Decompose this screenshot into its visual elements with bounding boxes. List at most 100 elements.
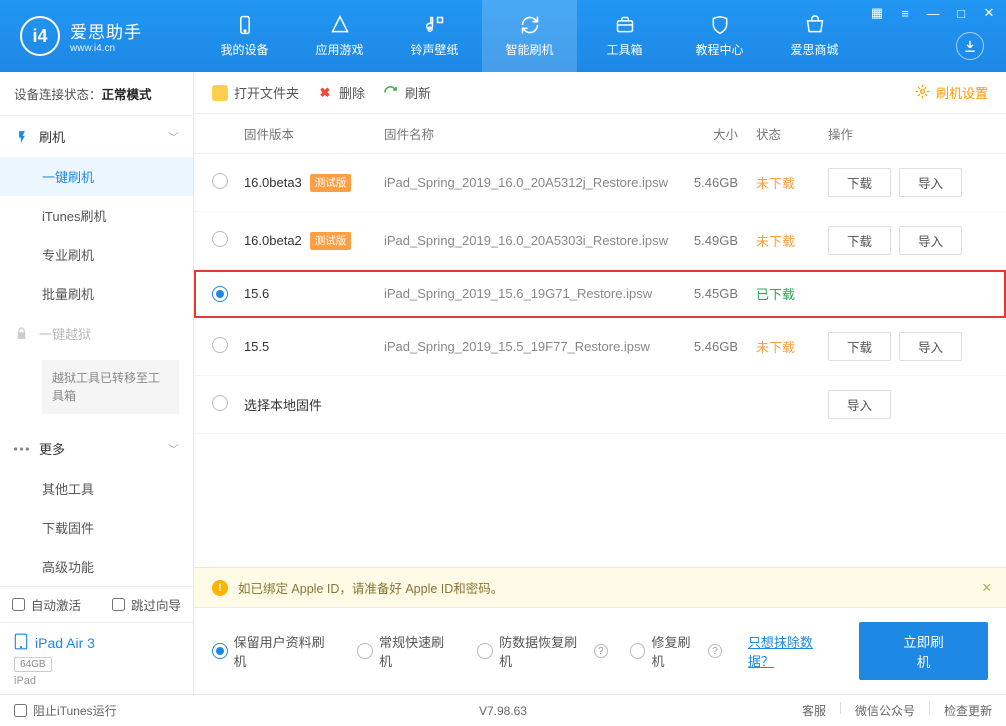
erase-data-link[interactable]: 只想抹除数据？ <box>748 632 837 670</box>
flash-settings-button[interactable]: 刷机设置 <box>915 83 988 102</box>
table-row[interactable]: 15.5iPad_Spring_2019_15.5_19F77_Restore.… <box>194 318 1006 376</box>
auto-activate-checkbox[interactable] <box>12 598 25 611</box>
firmware-size: 5.46GB <box>678 175 756 190</box>
toolbar: 打开文件夹 ✖删除 刷新 刷机设置 <box>194 72 1006 114</box>
radio-icon <box>630 643 646 659</box>
import-button[interactable]: 导入 <box>899 226 962 255</box>
table-row[interactable]: 15.6iPad_Spring_2019_15.6_19G71_Restore.… <box>194 270 1006 318</box>
opt-normal[interactable]: 常规快速刷机 <box>357 632 455 670</box>
delete-icon: ✖ <box>317 85 333 101</box>
row-radio[interactable] <box>212 337 228 353</box>
import-button[interactable]: 导入 <box>899 332 962 361</box>
opt-keep-data[interactable]: 保留用户资料刷机 <box>212 632 335 670</box>
row-radio[interactable] <box>212 231 228 247</box>
beta-tag: 测试版 <box>310 232 352 250</box>
nav-icon <box>804 14 826 36</box>
device-storage: 64GB <box>14 657 52 672</box>
window-list-icon[interactable]: ≡ <box>896 5 914 21</box>
status-label: 设备连接状态： <box>14 88 102 102</box>
sidebar-group-flash[interactable]: 刷机 ﹀ <box>0 116 193 157</box>
help-icon[interactable]: ? <box>594 644 608 658</box>
sidebar-item-flash-2[interactable]: 专业刷机 <box>0 235 193 274</box>
block-itunes-checkbox[interactable] <box>14 704 27 717</box>
nav-tab-3[interactable]: 智能刷机 <box>482 0 577 72</box>
nav-label: 我的设备 <box>220 41 268 58</box>
window-minimize-icon[interactable]: — <box>924 5 942 21</box>
window-maximize-icon[interactable]: □ <box>952 5 970 21</box>
sidebar: 设备连接状态：正常模式 刷机 ﹀ 一键刷机iTunes刷机专业刷机批量刷机 一键… <box>0 72 194 694</box>
auto-activate-row: 自动激活 跳过向导 <box>0 586 193 622</box>
refresh-icon <box>383 85 399 101</box>
firmware-status: 已下载 <box>756 284 828 303</box>
sidebar-item-flash-3[interactable]: 批量刷机 <box>0 274 193 313</box>
app-url: www.i4.cn <box>70 43 142 54</box>
device-status: 设备连接状态：正常模式 <box>0 72 193 116</box>
window-menu-icon[interactable]: ▦ <box>868 5 886 21</box>
block-itunes-option[interactable]: 阻止iTunes运行 <box>14 702 117 719</box>
row-radio[interactable] <box>212 395 228 411</box>
status-value: 正常模式 <box>102 88 152 102</box>
skip-guide-checkbox[interactable] <box>112 598 125 611</box>
version-text: 16.0beta3 <box>244 175 302 190</box>
nav-label: 工具箱 <box>606 41 642 58</box>
nav-tabs: 我的设备 应用游戏铃声壁纸智能刷机工具箱 教程中心 爱思商城 <box>197 0 862 72</box>
table-row-local[interactable]: 选择本地固件 导入 <box>194 376 1006 434</box>
nav-tab-2[interactable]: 铃声壁纸 <box>387 0 482 72</box>
app-title: 爱思助手 <box>70 18 142 43</box>
chevron-down-icon: ﹀ <box>168 129 179 145</box>
sidebar-item-more-2[interactable]: 高级功能 <box>0 547 193 586</box>
opt-anti-recover[interactable]: 防数据恢复刷机? <box>477 632 607 670</box>
update-link[interactable]: 检查更新 <box>944 702 992 719</box>
lock-icon <box>14 326 29 341</box>
sidebar-item-more-0[interactable]: 其他工具 <box>0 469 193 508</box>
sidebar-item-flash-1[interactable]: iTunes刷机 <box>0 196 193 235</box>
nav-tab-0[interactable]: 我的设备 <box>197 0 292 72</box>
nav-icon <box>709 14 731 36</box>
sidebar-group-more[interactable]: 更多 ﹀ <box>0 428 193 469</box>
nav-tab-1[interactable]: 应用游戏 <box>292 0 387 72</box>
window-close-icon[interactable]: ✕ <box>980 5 998 21</box>
warning-text: 如已绑定 Apple ID，请准备好 Apple ID和密码。 <box>238 578 503 597</box>
nav-tab-6[interactable]: 爱思商城 <box>767 0 862 72</box>
app-header: i4 爱思助手 www.i4.cn 我的设备 应用游戏铃声壁纸智能刷机工具箱 教程中… <box>0 0 1006 72</box>
nav-tab-4[interactable]: 工具箱 <box>577 0 672 72</box>
device-name-text: iPad Air 3 <box>35 635 95 651</box>
sidebar-item-flash-0[interactable]: 一键刷机 <box>0 157 193 196</box>
delete-button[interactable]: ✖删除 <box>317 83 365 102</box>
logo-area[interactable]: i4 爱思助手 www.i4.cn <box>0 16 197 56</box>
wechat-link[interactable]: 微信公众号 <box>855 702 915 719</box>
download-button[interactable]: 下载 <box>828 332 891 361</box>
table-row[interactable]: 16.0beta2测试版iPad_Spring_2019_16.0_20A530… <box>194 212 1006 270</box>
device-info[interactable]: iPad Air 3 64GB iPad <box>0 622 193 699</box>
download-button[interactable]: 下载 <box>828 226 891 255</box>
support-link[interactable]: 客服 <box>802 702 826 719</box>
flash-icon <box>14 129 29 144</box>
warning-close-button[interactable]: ✕ <box>982 580 992 595</box>
flash-now-button[interactable]: 立即刷机 <box>859 622 988 680</box>
opt-repair[interactable]: 修复刷机? <box>630 632 722 670</box>
nav-tab-5[interactable]: 教程中心 <box>672 0 767 72</box>
refresh-button[interactable]: 刷新 <box>383 83 431 102</box>
folder-icon <box>212 85 228 101</box>
sidebar-jailbreak-label: 一键越狱 <box>39 324 91 343</box>
downloads-button[interactable] <box>956 32 984 60</box>
table-row[interactable]: 16.0beta3测试版iPad_Spring_2019_16.0_20A531… <box>194 154 1006 212</box>
th-version: 固件版本 <box>244 124 384 143</box>
device-model: iPad <box>14 675 179 687</box>
nav-icon <box>519 14 541 36</box>
help-icon[interactable]: ? <box>708 644 722 658</box>
th-action: 操作 <box>828 124 988 143</box>
open-folder-button[interactable]: 打开文件夹 <box>212 83 299 102</box>
table-header: 固件版本 固件名称 大小 状态 操作 <box>194 114 1006 154</box>
nav-label: 教程中心 <box>695 41 743 58</box>
row-radio[interactable] <box>212 286 228 302</box>
sidebar-flash-label: 刷机 <box>39 127 65 146</box>
radio-icon <box>212 643 228 659</box>
row-radio[interactable] <box>212 173 228 189</box>
import-button[interactable]: 导入 <box>828 390 891 419</box>
download-button[interactable]: 下载 <box>828 168 891 197</box>
import-button[interactable]: 导入 <box>899 168 962 197</box>
firmware-status: 未下载 <box>756 231 828 250</box>
version-text: 15.5 <box>244 339 269 354</box>
sidebar-item-more-1[interactable]: 下载固件 <box>0 508 193 547</box>
